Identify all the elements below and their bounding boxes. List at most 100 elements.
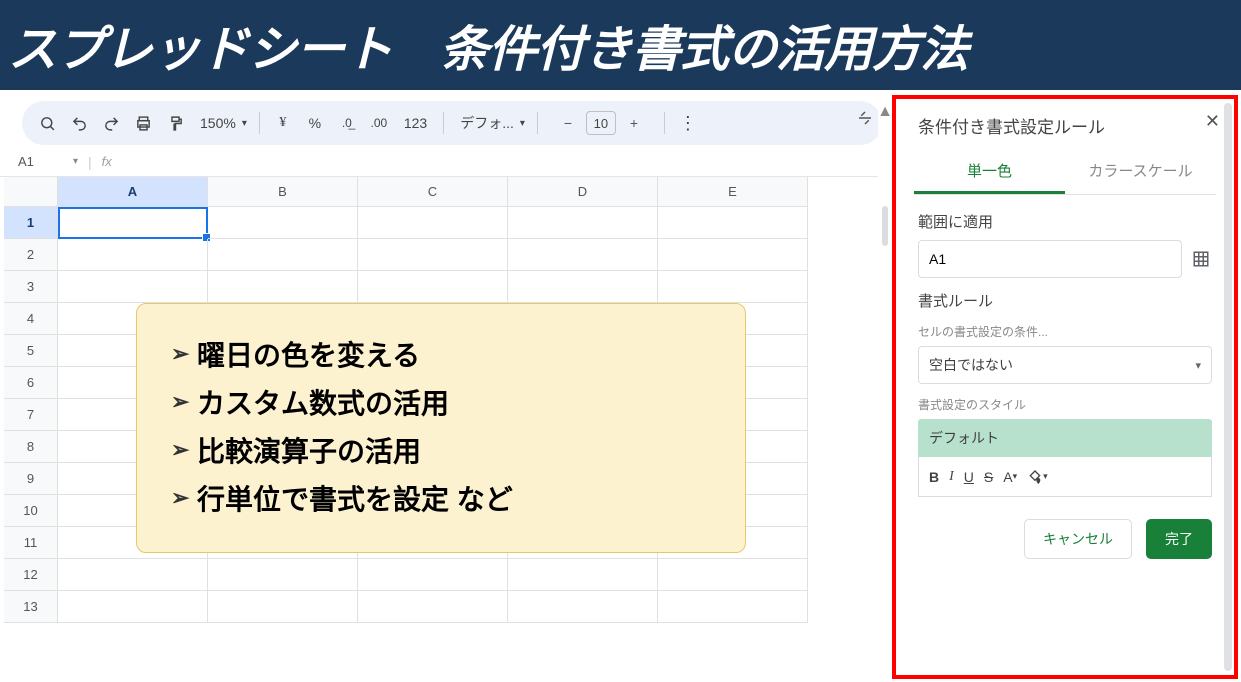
cell[interactable] <box>658 207 808 239</box>
row-header[interactable]: 4 <box>4 303 58 335</box>
bold-icon[interactable]: B <box>929 469 939 485</box>
row-header[interactable]: 2 <box>4 239 58 271</box>
col-header-b[interactable]: B <box>208 177 358 207</box>
formula-input[interactable] <box>122 147 892 176</box>
cell[interactable] <box>208 271 358 303</box>
close-icon[interactable]: ✕ <box>1205 111 1220 132</box>
style-toolbar: B I U S A▾ ▾ <box>918 457 1212 497</box>
expand-icon[interactable] <box>856 109 874 127</box>
print-icon[interactable] <box>132 112 154 134</box>
cell[interactable] <box>358 239 508 271</box>
scrollbar-thumb[interactable] <box>882 206 888 246</box>
explore-icon[interactable]: ▲ <box>877 103 892 121</box>
condition-label: セルの書式設定の条件... <box>918 323 1212 340</box>
chevron-down-icon: ▾ <box>1195 359 1201 372</box>
cell[interactable] <box>58 271 208 303</box>
cell[interactable] <box>508 239 658 271</box>
cell[interactable] <box>358 271 508 303</box>
row-header[interactable]: 3 <box>4 271 58 303</box>
name-box-value: A1 <box>18 154 34 169</box>
decrease-font-icon[interactable]: − <box>550 110 586 136</box>
font-family-select[interactable]: デフォ... ▾ <box>456 113 525 133</box>
cancel-button[interactable]: キャンセル <box>1024 519 1132 559</box>
paint-format-icon[interactable] <box>164 112 186 134</box>
row-header[interactable]: 1 <box>4 207 58 239</box>
zoom-select[interactable]: 150% ▾ <box>196 115 247 131</box>
redo-icon[interactable] <box>100 112 122 134</box>
percent-icon[interactable]: % <box>304 112 326 134</box>
more-icon[interactable]: ⋮ <box>677 112 699 134</box>
undo-icon[interactable] <box>68 112 90 134</box>
fill-color-icon[interactable]: ▾ <box>1027 469 1048 485</box>
range-input[interactable] <box>918 240 1182 278</box>
font-size-value[interactable]: 10 <box>586 111 616 135</box>
feature-item: ➢曜日の色を変える <box>171 334 715 374</box>
cell[interactable] <box>58 559 208 591</box>
cell[interactable] <box>58 207 208 239</box>
cell[interactable] <box>358 207 508 239</box>
cell[interactable] <box>208 239 358 271</box>
increase-font-icon[interactable]: + <box>616 110 652 136</box>
feature-item: ➢行単位で書式を設定 など <box>171 478 715 518</box>
cell[interactable] <box>58 239 208 271</box>
cell[interactable] <box>658 591 808 623</box>
cell[interactable] <box>208 591 358 623</box>
feature-item: ➢比較演算子の活用 <box>171 430 715 470</box>
cell[interactable] <box>658 271 808 303</box>
cell[interactable] <box>358 559 508 591</box>
row-header[interactable]: 9 <box>4 463 58 495</box>
underline-icon[interactable]: U <box>964 469 974 485</box>
cell[interactable] <box>508 591 658 623</box>
tab-single-color[interactable]: 単一色 <box>914 150 1065 194</box>
name-box[interactable]: A1 ▾ <box>18 154 78 169</box>
col-header-c[interactable]: C <box>358 177 508 207</box>
panel-scrollbar[interactable] <box>1224 103 1232 671</box>
increase-decimal-icon[interactable]: .00 <box>368 112 390 134</box>
cell[interactable] <box>208 559 358 591</box>
italic-icon[interactable]: I <box>949 469 954 485</box>
font-size-stepper[interactable]: − 10 + <box>550 110 652 136</box>
search-icon[interactable] <box>36 112 58 134</box>
conditional-format-panel: 条件付き書式設定ルール ✕ 単一色 カラースケール 範囲に適用 書式ルール セル… <box>892 95 1238 679</box>
spreadsheet: 150% ▾ ¥ % .0̲ .00 123 デフォ... ▾ − 10 + ⋮ <box>0 95 892 682</box>
banner-title: スプレッドシート 条件付き書式の活用方法 <box>8 10 968 81</box>
row-header[interactable]: 10 <box>4 495 58 527</box>
vertical-scrollbar[interactable]: ▲ <box>878 95 892 682</box>
row-header[interactable]: 11 <box>4 527 58 559</box>
condition-select[interactable]: 空白ではない ▾ <box>918 346 1212 384</box>
col-header-a[interactable]: A <box>58 177 208 207</box>
cell[interactable] <box>658 239 808 271</box>
select-all-corner[interactable] <box>4 177 58 207</box>
style-preview[interactable]: デフォルト <box>918 419 1212 457</box>
cell[interactable] <box>358 591 508 623</box>
cell[interactable] <box>658 559 808 591</box>
panel-tabs: 単一色 カラースケール <box>914 150 1216 195</box>
cell[interactable] <box>58 591 208 623</box>
tab-color-scale[interactable]: カラースケール <box>1065 150 1216 194</box>
col-header-d[interactable]: D <box>508 177 658 207</box>
format-123-icon[interactable]: 123 <box>400 115 431 131</box>
row-header[interactable]: 7 <box>4 399 58 431</box>
row-header[interactable]: 12 <box>4 559 58 591</box>
strikethrough-icon[interactable]: S <box>984 469 993 485</box>
cell[interactable] <box>508 207 658 239</box>
cell[interactable] <box>508 559 658 591</box>
row-header[interactable]: 13 <box>4 591 58 623</box>
row-header[interactable]: 6 <box>4 367 58 399</box>
currency-icon[interactable]: ¥ <box>272 112 294 134</box>
toolbar-divider <box>664 112 665 134</box>
col-header-e[interactable]: E <box>658 177 808 207</box>
cell[interactable] <box>508 271 658 303</box>
toolbar-divider <box>259 112 260 134</box>
select-range-icon[interactable] <box>1190 248 1212 270</box>
main-area: 150% ▾ ¥ % .0̲ .00 123 デフォ... ▾ − 10 + ⋮ <box>0 95 1241 682</box>
chevron-right-icon: ➢ <box>171 389 197 415</box>
row-header[interactable]: 5 <box>4 335 58 367</box>
text-color-icon[interactable]: A▾ <box>1003 469 1017 485</box>
chevron-right-icon: ➢ <box>171 485 197 511</box>
chevron-right-icon: ➢ <box>171 341 197 367</box>
decrease-decimal-icon[interactable]: .0̲ <box>336 112 358 134</box>
row-header[interactable]: 8 <box>4 431 58 463</box>
cell[interactable] <box>208 207 358 239</box>
done-button[interactable]: 完了 <box>1146 519 1212 559</box>
